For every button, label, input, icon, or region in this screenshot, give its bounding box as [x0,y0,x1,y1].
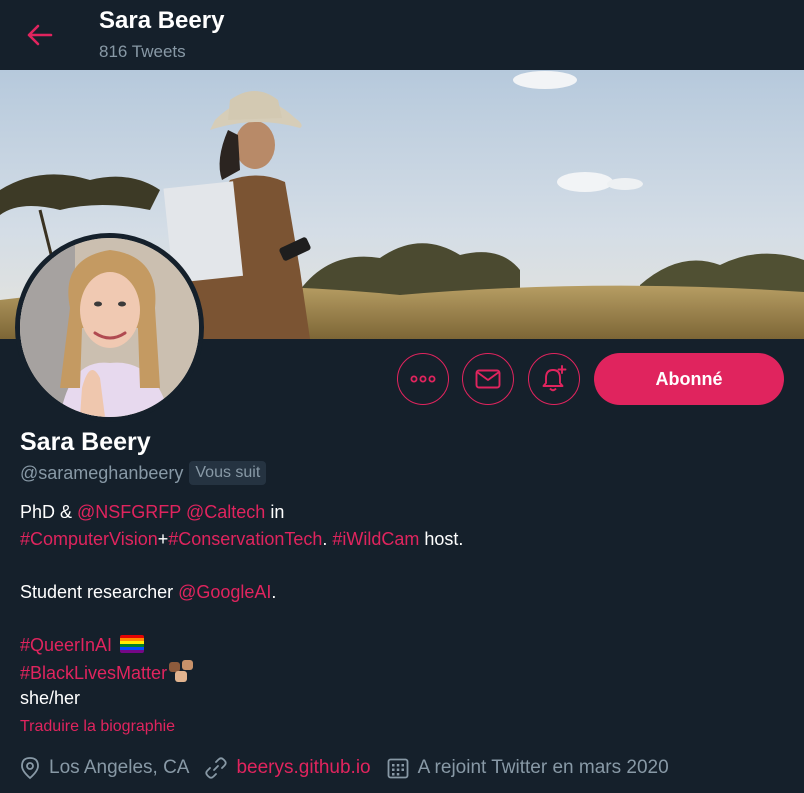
location-text: Los Angeles, CA [49,757,190,778]
hashtag-link[interactable]: #QueerInAI [20,635,112,655]
more-icon [410,375,436,383]
hashtag-link[interactable]: #iWildCam [332,529,419,549]
location-item: Los Angeles, CA [20,756,189,780]
bio-line: PhD & @NSFGRFP @Caltech in [20,499,790,526]
hashtag-link[interactable]: #ConservationTech [168,529,322,549]
back-button[interactable] [20,15,60,55]
handle-row: @sarameghanbeery Vous suit [20,460,267,486]
bio-blank-line [20,552,790,579]
top-bar: Sara Beery 816 Tweets [0,0,804,70]
calendar-icon [387,758,409,779]
bio-line: #BlackLivesMatter [20,659,790,686]
link-icon [205,757,228,779]
bio-text: Student researcher [20,581,179,602]
bio-text: in [265,502,285,522]
mention-link[interactable]: @Caltech [186,502,265,522]
mention-link[interactable]: @NSFGRFP [77,502,181,522]
bio-line: Student researcher @GoogleAI. [20,579,790,606]
bio-text: + [157,528,169,549]
raised-fists-icon [169,659,194,682]
bio-line: she/her [20,688,81,709]
profile-name: Sara Beery [20,428,151,456]
website-item: beerys.github.io [205,757,371,779]
bio-line: #ComputerVision+#ConservationTech. #iWil… [20,526,790,553]
joined-text: A rejoint Twitter en mars 2020 [417,757,669,778]
following-button[interactable]: Abonné [594,353,784,405]
location-icon [21,757,39,780]
rainbow-flag-icon [120,634,145,653]
bio-text: PhD & [20,502,78,522]
message-button[interactable] [462,353,514,405]
mention-link[interactable]: @GoogleAI [178,582,271,602]
bio-text: host. [419,528,464,549]
hashtag-link[interactable]: #BlackLivesMatter [20,663,167,683]
hashtag-link[interactable]: #ComputerVision [20,529,158,549]
bio-text: . [322,528,333,549]
notifications-add-icon [542,365,567,392]
website-link[interactable]: beerys.github.io [236,757,370,779]
back-arrow-icon [27,24,53,46]
tweet-count: 816 Tweets [99,42,186,61]
more-button[interactable] [397,353,449,405]
joined-item: A rejoint Twitter en mars 2020 [387,757,669,779]
notifications-button[interactable] [528,353,580,405]
profile-handle: @sarameghanbeery [20,462,184,483]
bio-line: #QueerInAI [20,632,790,659]
bio-text: . [271,581,277,602]
bio-blank-line [20,605,790,632]
profile-meta: Los Angeles, CA beerys.github.io A rejoi… [20,754,685,782]
header-title: Sara Beery [99,7,225,34]
message-icon [475,369,501,389]
profile-actions: Abonné [0,352,804,406]
follows-you-badge: Vous suit [189,461,267,485]
profile-bio: PhD & @NSFGRFP @Caltech in #ComputerVisi… [20,499,790,712]
translate-bio-link[interactable]: Traduire la biographie [20,718,175,736]
